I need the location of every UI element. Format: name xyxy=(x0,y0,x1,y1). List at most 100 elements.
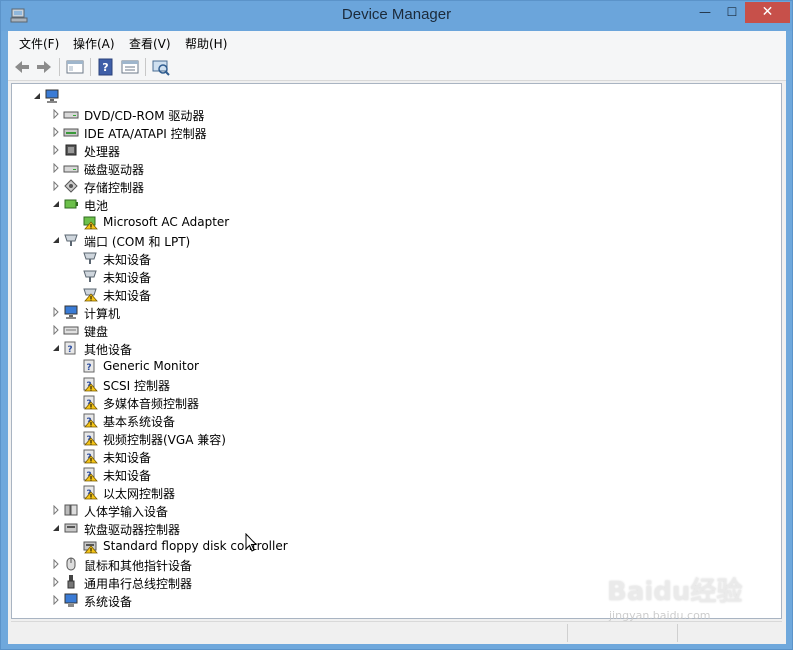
device-tree[interactable]: DVD/CD-ROM 驱动器 IDE ATA/ATAPI 控制器 处理器磁盘驱动器存… xyxy=(11,83,782,619)
tree-device[interactable]: 未知设备 xyxy=(64,249,752,267)
collapse-arrow-icon[interactable] xyxy=(51,523,61,533)
keyboard-icon xyxy=(63,326,79,335)
floppy-controller-icon xyxy=(64,523,78,533)
show-hide-console-tree-icon[interactable] xyxy=(65,57,85,77)
tree-item-label: Microsoft AC Adapter xyxy=(103,215,230,229)
tree-device[interactable]: ? 以太网控制器 xyxy=(64,483,752,501)
title-bar[interactable]: Device Manager — ☐ ✕ xyxy=(1,1,792,31)
toolbar-separator xyxy=(145,58,146,76)
tree-device[interactable]: Standard floppy disk controller xyxy=(64,537,752,555)
expand-arrow-icon[interactable] xyxy=(51,577,61,587)
tree-item-label: Standard floppy disk controller xyxy=(103,539,288,553)
tree-item-label: 鼠标和其他指针设备 xyxy=(84,559,193,573)
port-icon xyxy=(64,234,78,246)
tree-category[interactable]: DVD/CD-ROM 驱动器 xyxy=(45,105,752,123)
tree-item-label: 计算机 xyxy=(84,307,121,321)
unknown-device-icon: ? xyxy=(83,359,95,373)
hid-icon xyxy=(64,504,78,516)
forward-icon[interactable] xyxy=(34,57,54,77)
maximize-button[interactable]: ☐ xyxy=(719,2,745,23)
close-button[interactable]: ✕ xyxy=(745,2,790,23)
tree-item-label: 系统设备 xyxy=(84,595,133,609)
tree-category[interactable]: 计算机 xyxy=(45,303,752,321)
processor-icon xyxy=(65,144,77,156)
help-icon[interactable]: ? xyxy=(96,57,116,77)
expand-arrow-icon[interactable] xyxy=(51,307,61,317)
tree-category[interactable]: 人体学输入设备 xyxy=(45,501,752,519)
tree-category[interactable]: 端口 (COM 和 LPT) xyxy=(45,231,752,249)
tree-device[interactable]: ? SCSI 控制器 xyxy=(64,375,752,393)
tree-item-label: 存储控制器 xyxy=(84,181,145,195)
unknown-device-warning-icon: ? xyxy=(83,449,98,464)
unknown-device-warning-icon: ? xyxy=(83,377,98,392)
expand-arrow-icon[interactable] xyxy=(51,325,61,335)
tree-item-label: 未知设备 xyxy=(103,289,152,303)
tree-item-label: 以太网控制器 xyxy=(103,487,176,501)
tree-category[interactable]: 磁盘驱动器 xyxy=(45,159,752,177)
properties-icon[interactable] xyxy=(120,57,140,77)
tree-device[interactable]: ? Generic Monitor xyxy=(64,357,752,375)
menu-view[interactable]: 查看(V) xyxy=(129,35,171,52)
expand-arrow-icon[interactable] xyxy=(51,181,61,191)
disk-drive-icon xyxy=(63,165,79,173)
expand-arrow-icon[interactable] xyxy=(51,163,61,173)
tree-item-label: IDE ATA/ATAPI 控制器 xyxy=(84,127,207,141)
menu-help[interactable]: 帮助(H) xyxy=(185,35,227,52)
tree-item-label: 未知设备 xyxy=(103,271,152,285)
ide-controller-icon xyxy=(63,128,79,137)
tree-item-label: 软盘驱动器控制器 xyxy=(84,523,181,537)
other-devices-icon: ? xyxy=(64,341,76,355)
tree-category[interactable]: 电池 xyxy=(45,195,752,213)
tree-device[interactable]: ? 未知设备 xyxy=(64,465,752,483)
tree-item-label: 端口 (COM 和 LPT) xyxy=(84,235,191,249)
menu-bar: 文件(F) 操作(A) 查看(V) 帮助(H) xyxy=(8,31,786,53)
tree-item-label: SCSI 控制器 xyxy=(103,379,170,393)
minimize-button[interactable]: — xyxy=(691,2,719,23)
tree-category[interactable]: IDE ATA/ATAPI 控制器 xyxy=(45,123,752,141)
tree-item-label: 其他设备 xyxy=(84,343,133,357)
tree-device[interactable]: ? 未知设备 xyxy=(64,447,752,465)
tree-category[interactable]: ? 其他设备 xyxy=(45,339,752,357)
tree-category[interactable]: 软盘驱动器控制器 xyxy=(45,519,752,537)
expand-arrow-icon[interactable] xyxy=(51,505,61,515)
tree-device[interactable]: ? 多媒体音频控制器 xyxy=(64,393,752,411)
device-manager-window: Device Manager — ☐ ✕ 文件(F) 操作(A) 查看(V) 帮… xyxy=(0,0,793,650)
collapse-arrow-icon[interactable] xyxy=(51,343,61,353)
tree-root[interactable] xyxy=(26,87,752,105)
port-warning-icon xyxy=(83,288,98,302)
menu-action[interactable]: 操作(A) xyxy=(73,35,115,52)
dvd-drive-icon xyxy=(63,111,79,119)
expand-arrow-icon[interactable] xyxy=(51,559,61,569)
computer-icon xyxy=(45,89,59,103)
expand-arrow-icon[interactable] xyxy=(51,127,61,137)
tree-item-label: 未知设备 xyxy=(103,469,152,483)
tree-device[interactable]: 未知设备 xyxy=(64,267,752,285)
scan-hardware-icon[interactable] xyxy=(151,57,171,77)
unknown-device-warning-icon: ? xyxy=(83,485,98,500)
collapse-arrow-icon[interactable] xyxy=(51,199,61,209)
tree-category[interactable]: 键盘 xyxy=(45,321,752,339)
battery-icon xyxy=(64,199,78,209)
mouse-icon xyxy=(66,557,76,571)
menu-file[interactable]: 文件(F) xyxy=(19,35,59,52)
expand-arrow-icon[interactable] xyxy=(51,109,61,119)
tree-item-label: 磁盘驱动器 xyxy=(84,163,145,177)
mouse-cursor-icon xyxy=(245,533,258,552)
window-title: Device Manager xyxy=(341,6,452,23)
collapse-arrow-icon[interactable] xyxy=(51,235,61,245)
tree-item-label: Generic Monitor xyxy=(103,359,199,373)
ac-adapter-warning-icon xyxy=(83,216,98,230)
tree-device[interactable]: ? 视频控制器(VGA 兼容) xyxy=(64,429,752,447)
tree-device[interactable]: Microsoft AC Adapter xyxy=(64,213,752,231)
back-icon[interactable] xyxy=(12,57,32,77)
expand-arrow-icon[interactable] xyxy=(51,145,61,155)
svg-text:?: ? xyxy=(102,61,108,74)
watermark-logo: Baidu经验 xyxy=(607,577,743,607)
tree-category[interactable]: 处理器 xyxy=(45,141,752,159)
tree-device[interactable]: 未知设备 xyxy=(64,285,752,303)
tree-device[interactable]: ? 基本系统设备 xyxy=(64,411,752,429)
tree-category[interactable]: 存储控制器 xyxy=(45,177,752,195)
tree-item-label: 未知设备 xyxy=(103,451,152,465)
collapse-arrow-icon[interactable] xyxy=(32,91,42,101)
expand-arrow-icon[interactable] xyxy=(51,595,61,605)
